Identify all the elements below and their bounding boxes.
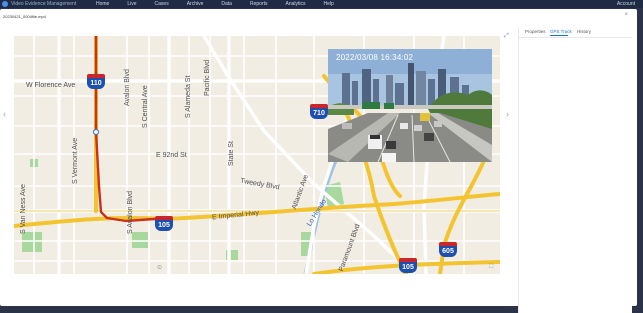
- street-label: Pacific Blvd: [204, 59, 211, 96]
- tab-gps-track[interactable]: GPS Track: [550, 29, 572, 34]
- gps-track-point: [92, 128, 100, 136]
- street-label: S Alameda St: [185, 75, 192, 118]
- menu-item-data[interactable]: Data: [221, 0, 232, 8]
- locate-icon[interactable]: ⊙: [157, 264, 162, 271]
- user-account[interactable]: Account: [617, 0, 635, 8]
- details-panel: Properties GPS Track History: [518, 27, 632, 313]
- park-area: [22, 232, 42, 252]
- interstate-shield: 110: [87, 74, 105, 90]
- menu-item-reports[interactable]: Reports: [250, 0, 268, 8]
- street-label: W Florence Ave: [26, 82, 76, 89]
- street-label: Avalon Blvd: [124, 69, 131, 106]
- park-area: [132, 232, 148, 248]
- close-icon[interactable]: ×: [624, 12, 628, 18]
- street-label: E 92nd St: [156, 152, 187, 159]
- street-label: State St: [228, 141, 235, 166]
- street-label: S Central Ave: [142, 85, 149, 128]
- previous-arrow-icon[interactable]: ‹: [3, 109, 6, 119]
- video-detail-dialog: 20230421_0004file.mp4 × ‹ › ⤢ W Florence…: [0, 9, 637, 313]
- app-logo-icon: [2, 1, 8, 7]
- zoom-extent-icon[interactable]: ⛶: [489, 264, 493, 271]
- tab-properties[interactable]: Properties: [525, 29, 546, 34]
- menu-item-cases[interactable]: Cases: [155, 0, 169, 8]
- menu-item-live[interactable]: Live: [127, 0, 136, 8]
- menu-item-help[interactable]: Help: [324, 0, 334, 8]
- street-label: S Vermont Ave: [72, 137, 79, 184]
- interstate-shield: 105: [399, 258, 417, 274]
- next-arrow-icon[interactable]: ›: [506, 109, 509, 119]
- app-name: Video Evidence Management: [11, 1, 77, 7]
- interstate-shield: 105: [155, 216, 173, 232]
- street-label: S Van Ness Ave: [20, 184, 27, 234]
- interstate-shield: 605: [439, 242, 457, 258]
- app-menubar: Video Evidence Management Home Live Case…: [0, 0, 643, 8]
- video-timestamp: 2022/03/08 16:34:02: [336, 53, 414, 62]
- menu-item-analytics[interactable]: Analytics: [285, 0, 305, 8]
- street-label: S Avalon Blvd: [127, 190, 134, 234]
- menu-item-archive[interactable]: Archive: [187, 0, 204, 8]
- expand-icon[interactable]: ⤢: [504, 33, 509, 40]
- tab-history[interactable]: History: [577, 29, 591, 34]
- video-frame-thumbnail[interactable]: 2022/03/08 16:34:02: [328, 49, 492, 162]
- video-frame-image: [328, 49, 492, 162]
- dialog-title: 20230421_0004file.mp4: [3, 14, 46, 19]
- panel-tabs: Properties GPS Track History: [519, 27, 632, 38]
- gps-track-map[interactable]: W Florence Ave Avalon Blvd S Central Ave…: [14, 36, 500, 274]
- active-tab-indicator: [550, 35, 568, 36]
- main-menu: Home Live Cases Archive Data Reports Ana…: [96, 0, 334, 8]
- menu-item-home[interactable]: Home: [96, 0, 109, 8]
- interstate-shield: 710: [310, 104, 328, 120]
